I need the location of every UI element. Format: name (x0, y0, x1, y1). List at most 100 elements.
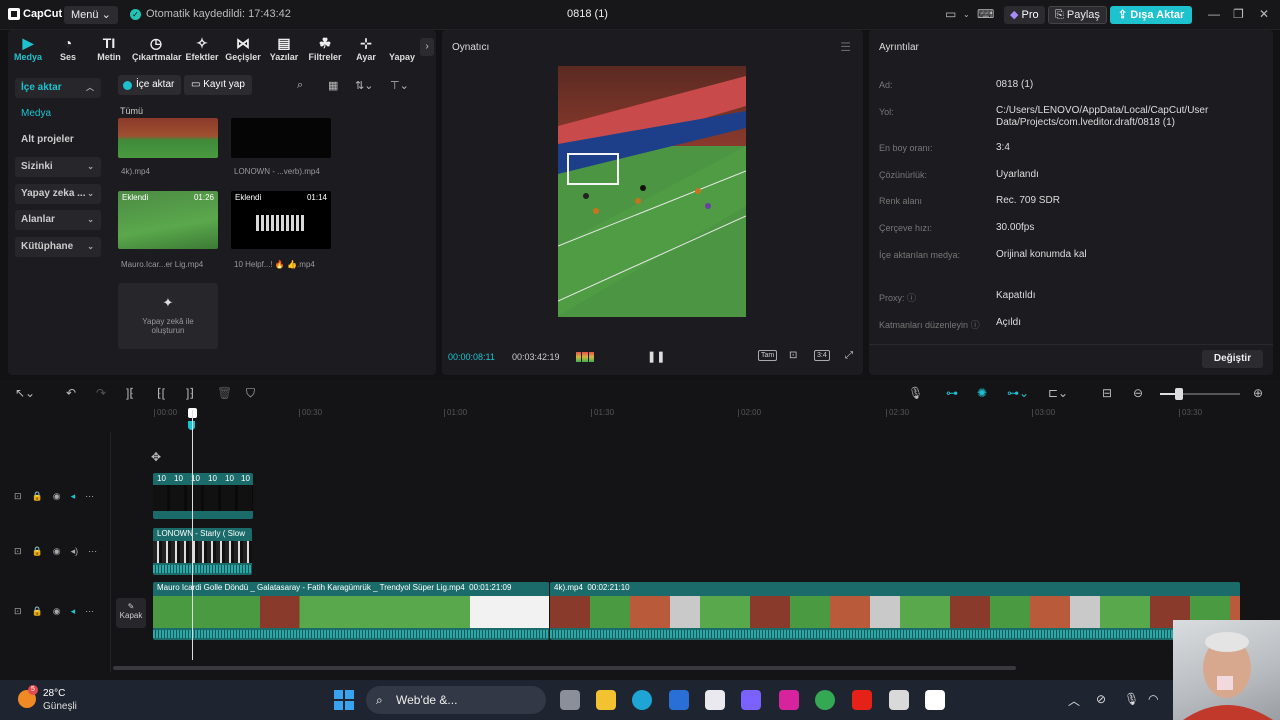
aspect-ratio-button[interactable]: 3:4 (814, 350, 830, 361)
trim-left-icon[interactable]: ⁅[ (157, 386, 165, 400)
task-view-icon[interactable] (560, 690, 580, 710)
layout-icon[interactable]: ▭ (945, 7, 956, 21)
minimize-icon[interactable]: — (1208, 7, 1220, 21)
windows-start-icon[interactable] (334, 690, 354, 710)
pause-icon[interactable]: ❚❚ (647, 350, 665, 363)
main-video-clip-1[interactable]: Mauro Icardi Golle Döndü _ Galatasaray -… (153, 582, 549, 640)
player-menu-icon[interactable]: ☰ (840, 40, 851, 54)
preview-axis-icon[interactable]: ⊏⌄ (1048, 386, 1068, 400)
media-thumbnail[interactable] (231, 118, 331, 158)
taskbar-search[interactable]: ⌕ Web'de &... (366, 686, 546, 714)
instagram-icon[interactable] (779, 690, 799, 710)
video-preview[interactable] (558, 66, 746, 317)
copilot-icon[interactable] (741, 690, 761, 710)
lock-icon[interactable]: 🔒 (32, 606, 43, 617)
undo-icon[interactable]: ↶ (66, 386, 76, 400)
media-player-icon[interactable] (705, 690, 725, 710)
menu-button[interactable]: Menü ⌄ (64, 6, 118, 24)
shield-icon[interactable]: ⛉ (246, 386, 255, 401)
file-explorer-icon[interactable] (596, 690, 616, 710)
wifi-icon[interactable]: ◠ (1148, 692, 1158, 706)
share-button[interactable]: ⎘ Paylaş (1048, 6, 1107, 24)
tab-effects[interactable]: ✧ Efektler (182, 34, 222, 62)
search-icon[interactable]: ⌕ (297, 79, 303, 92)
eye-icon[interactable]: ◉ (53, 491, 61, 502)
tab-adjust[interactable]: ⊹ Ayar (346, 34, 386, 62)
tab-captions[interactable]: ▤ Yazılar (264, 34, 304, 62)
tab-text[interactable]: TI Metin (89, 34, 129, 62)
chrome-icon[interactable] (815, 690, 835, 710)
lock-icon[interactable]: 🔒 (32, 546, 43, 557)
sidebar-item-subprojects[interactable]: Alt projeler (15, 130, 101, 150)
tab-ai[interactable]: Yapay (382, 34, 422, 62)
speaker-icon[interactable]: ◂) (71, 546, 79, 557)
eye-icon[interactable]: ◉ (53, 606, 61, 617)
export-button[interactable]: ⇪ Dışa Aktar (1110, 6, 1193, 24)
timeline-scrollbar[interactable] (113, 666, 1016, 670)
change-button[interactable]: Değiştir (1202, 350, 1263, 368)
fullscreen-icon[interactable]: ⤢ (845, 350, 853, 361)
tabs-next-icon[interactable]: › (420, 38, 434, 56)
more-icon[interactable]: ⋯ (88, 546, 97, 557)
sort-icon[interactable]: ⇅⌄ (355, 79, 373, 92)
lock-icon[interactable]: 🔒 (32, 491, 43, 502)
zoom-out-icon[interactable]: ⊖ (1133, 386, 1143, 400)
audio-mute-icon[interactable]: ◂ (71, 491, 76, 502)
media-thumbnail[interactable]: Eklendi 01:26 (118, 191, 218, 249)
microphone-icon[interactable]: 🎙 (1124, 692, 1139, 706)
track-collapse-icon[interactable]: ⊡ (14, 546, 22, 557)
trim-right-icon[interactable]: ]⁆ (186, 386, 194, 400)
zoom-in-icon[interactable]: ⊕ (1253, 386, 1263, 400)
chevron-up-icon[interactable]: ︿ (1068, 692, 1080, 709)
capcut-taskbar-icon[interactable] (925, 690, 945, 710)
zoom-slider[interactable] (1160, 393, 1240, 395)
eye-icon[interactable]: ◉ (53, 546, 61, 557)
split-icon[interactable]: ]⁅ (126, 386, 134, 400)
magnet-icon[interactable]: ✺ (977, 386, 987, 400)
grid-view-icon[interactable]: ▦ (328, 79, 338, 92)
track-collapse-icon[interactable]: ⊡ (14, 491, 22, 502)
tab-filters[interactable]: ☘ Filtreler (305, 34, 345, 62)
text-clips-group[interactable]: 10 10 10 10 10 10 (153, 473, 253, 519)
sidebar-item-ai[interactable]: Yapay zeka ... ⌄ (15, 184, 101, 204)
youtube-icon[interactable] (852, 690, 872, 710)
microphone-icon[interactable]: 🎙 (908, 386, 923, 400)
edge-icon[interactable] (632, 690, 652, 710)
sidebar-item-library[interactable]: Kütüphane ⌄ (15, 237, 101, 257)
sidebar-item-yours[interactable]: Sizinki ⌄ (15, 157, 101, 177)
redo-icon[interactable]: ↷ (96, 386, 106, 400)
screen-icon[interactable]: ⊟ (1102, 386, 1112, 400)
record-button[interactable]: ▭ Kayıt yap (184, 75, 252, 95)
app-icon[interactable] (889, 690, 909, 710)
tab-media[interactable]: ▶ Medya (8, 34, 48, 62)
defender-icon[interactable] (669, 690, 689, 710)
playhead[interactable] (192, 410, 193, 660)
link-main-track-icon[interactable]: ⊶ (946, 386, 958, 400)
sidebar-item-spaces[interactable]: Alanlar ⌄ (15, 210, 101, 230)
fullscreen-mode-button[interactable]: Tam (758, 350, 778, 361)
cover-button[interactable]: ✎ Kapak (116, 598, 146, 628)
tab-transitions[interactable]: ⋈ Geçişler (223, 34, 263, 62)
layout-chevron-icon[interactable]: ⌄ (963, 10, 970, 19)
maximize-icon[interactable]: ❐ (1233, 7, 1244, 21)
network-off-icon[interactable]: ⊘ (1096, 692, 1106, 706)
zoom-slider-handle[interactable] (1175, 388, 1183, 400)
ai-create-card[interactable]: ✦ Yapay zekâ ile oluşturun (118, 283, 218, 349)
main-video-clip-2[interactable]: 4k).mp4 00:02:21:10 (550, 582, 1240, 640)
info-icon[interactable]: ⓘ (907, 293, 916, 303)
close-icon[interactable]: ✕ (1259, 7, 1269, 21)
zoom-fit-icon[interactable]: ⊡ (789, 350, 797, 361)
media-thumbnail[interactable]: Eklendi 01:14 (231, 191, 331, 249)
more-icon[interactable]: ⋯ (85, 606, 94, 617)
import-button[interactable]: İçe aktar (118, 75, 182, 95)
linkage-icon[interactable]: ⊶⌄ (1007, 386, 1029, 400)
sidebar-item-media[interactable]: Medya (15, 104, 101, 124)
pro-button[interactable]: ◆ Pro (1004, 6, 1045, 24)
select-tool-icon[interactable]: ↖⌄ (15, 386, 35, 400)
track-collapse-icon[interactable]: ⊡ (14, 606, 22, 617)
more-icon[interactable]: ⋯ (85, 491, 94, 502)
sidebar-item-import[interactable]: İçe aktar ︿ (15, 78, 101, 98)
info-icon[interactable]: ⓘ (971, 320, 980, 330)
keyboard-icon[interactable]: ⌨ (977, 7, 994, 21)
delete-icon[interactable]: 🗑 (217, 386, 232, 400)
